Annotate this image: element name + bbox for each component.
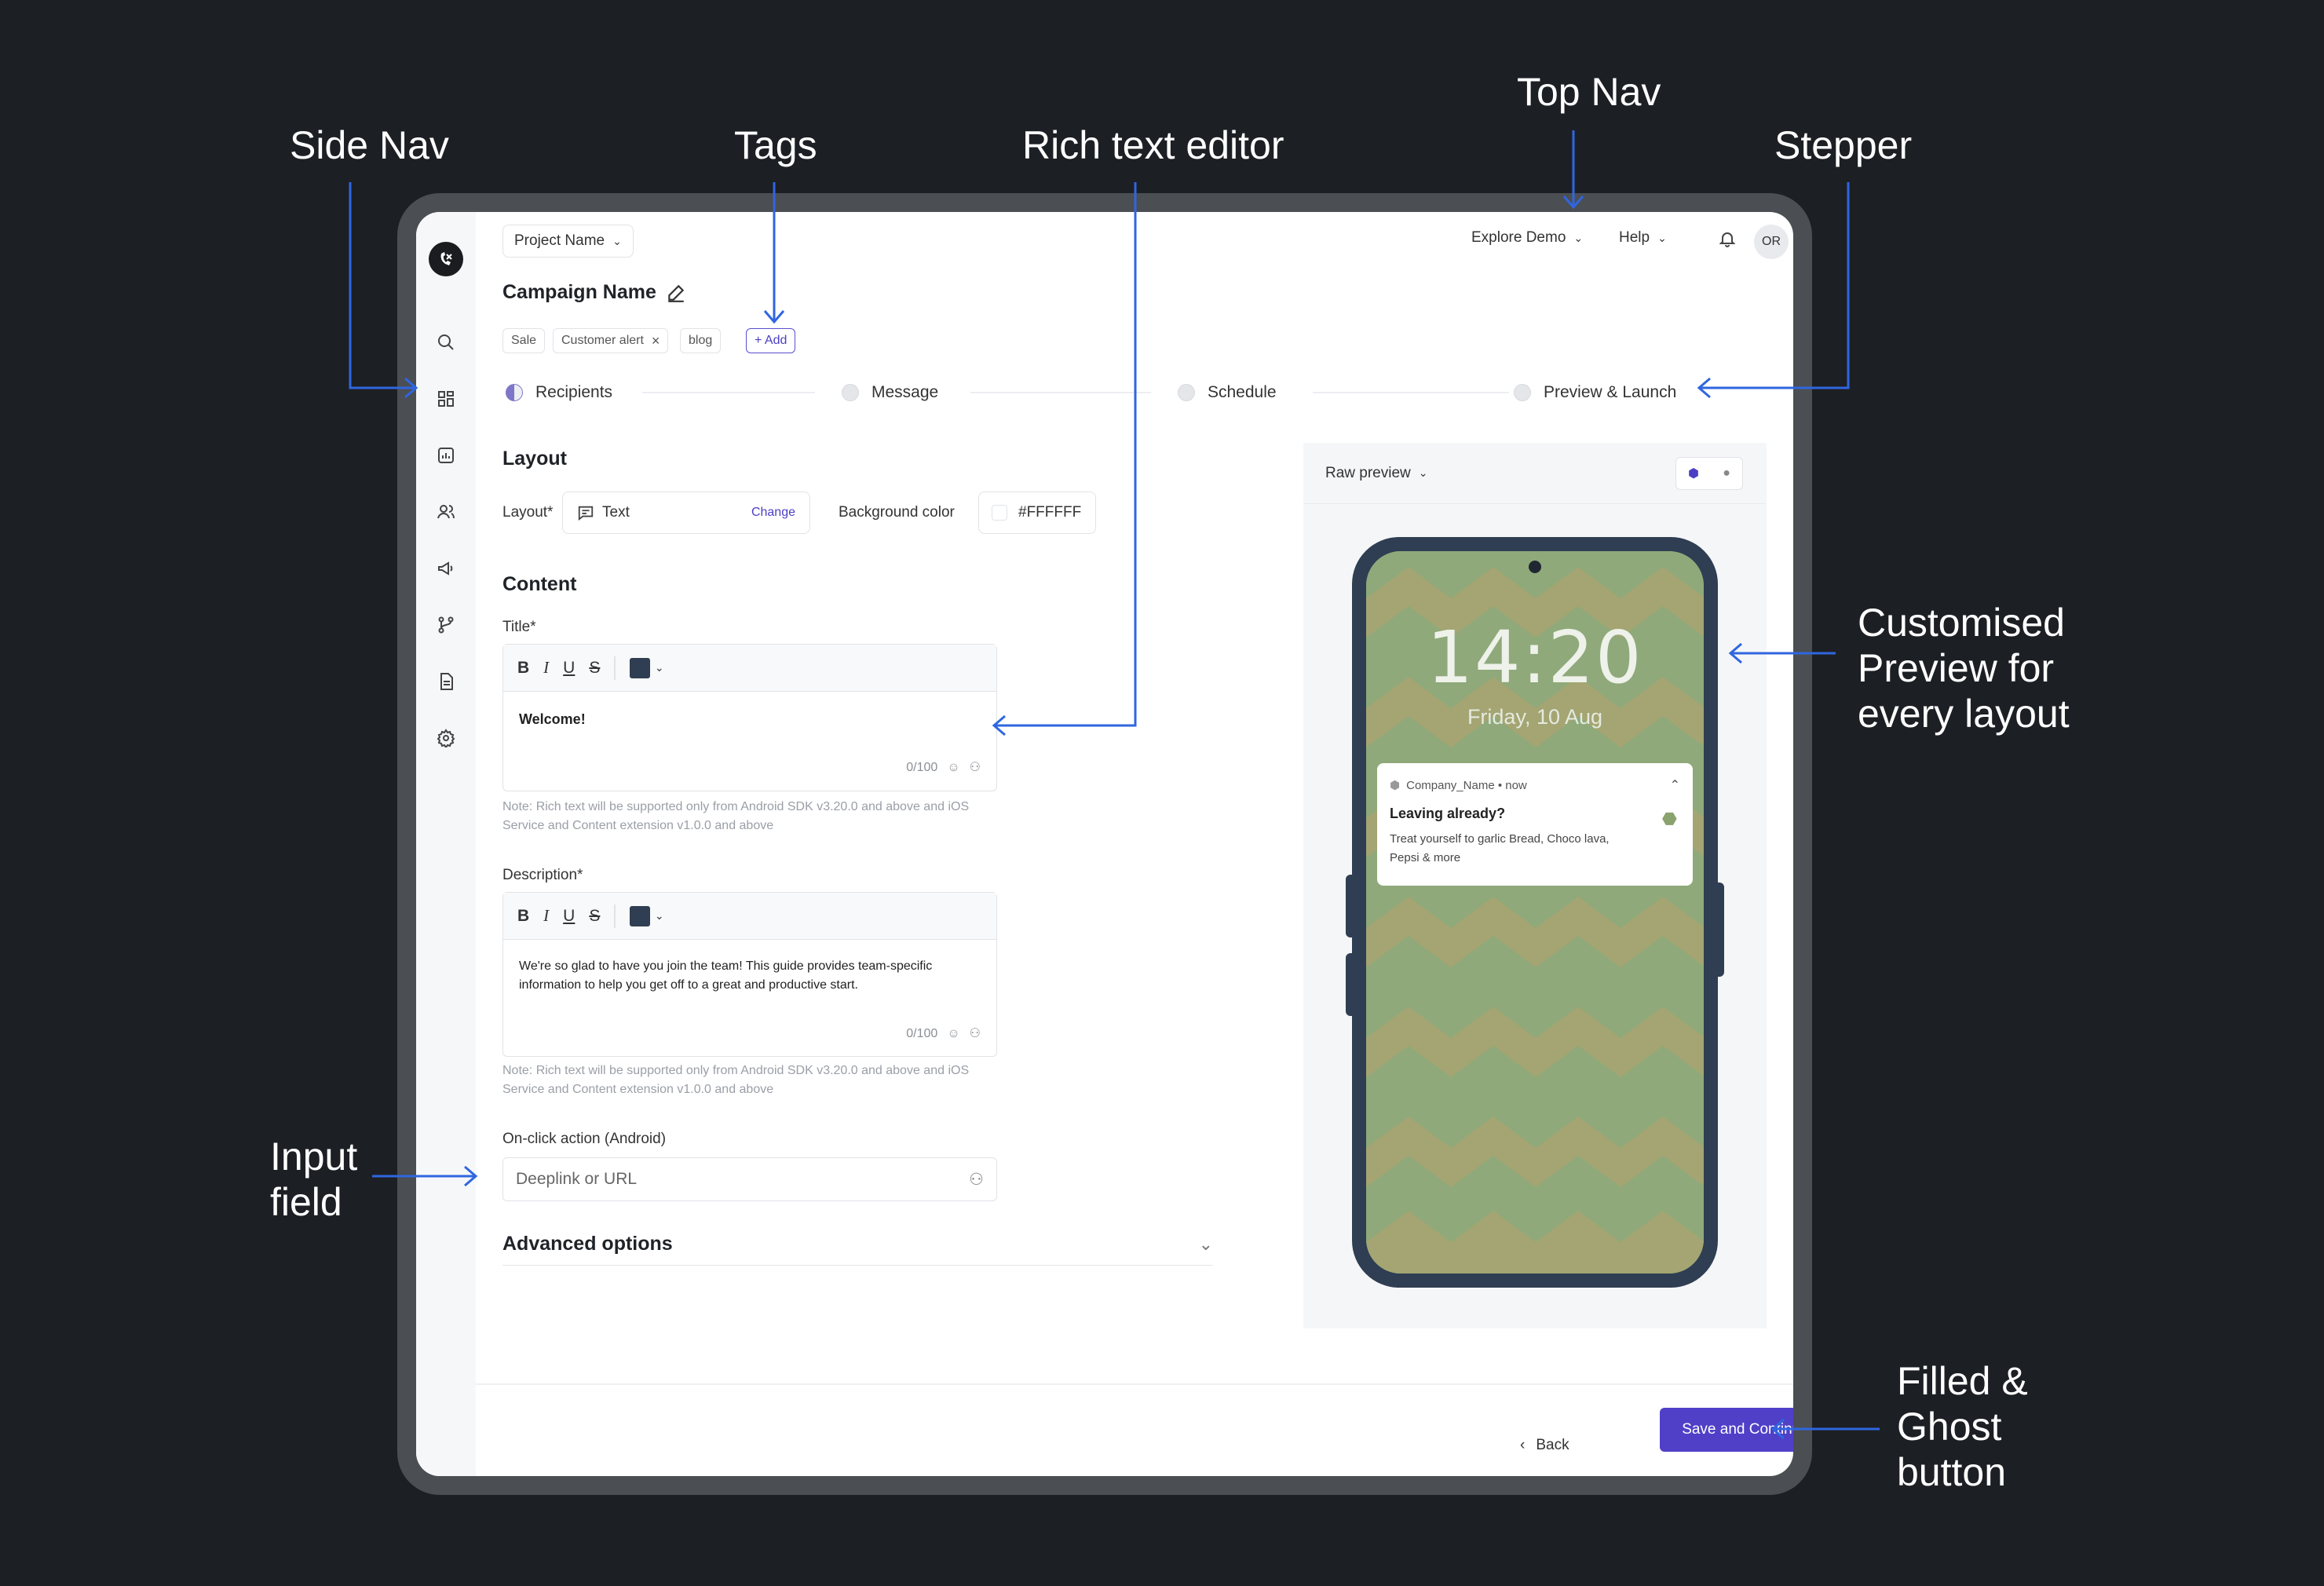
annotation-connectors — [349, 130, 1880, 1440]
